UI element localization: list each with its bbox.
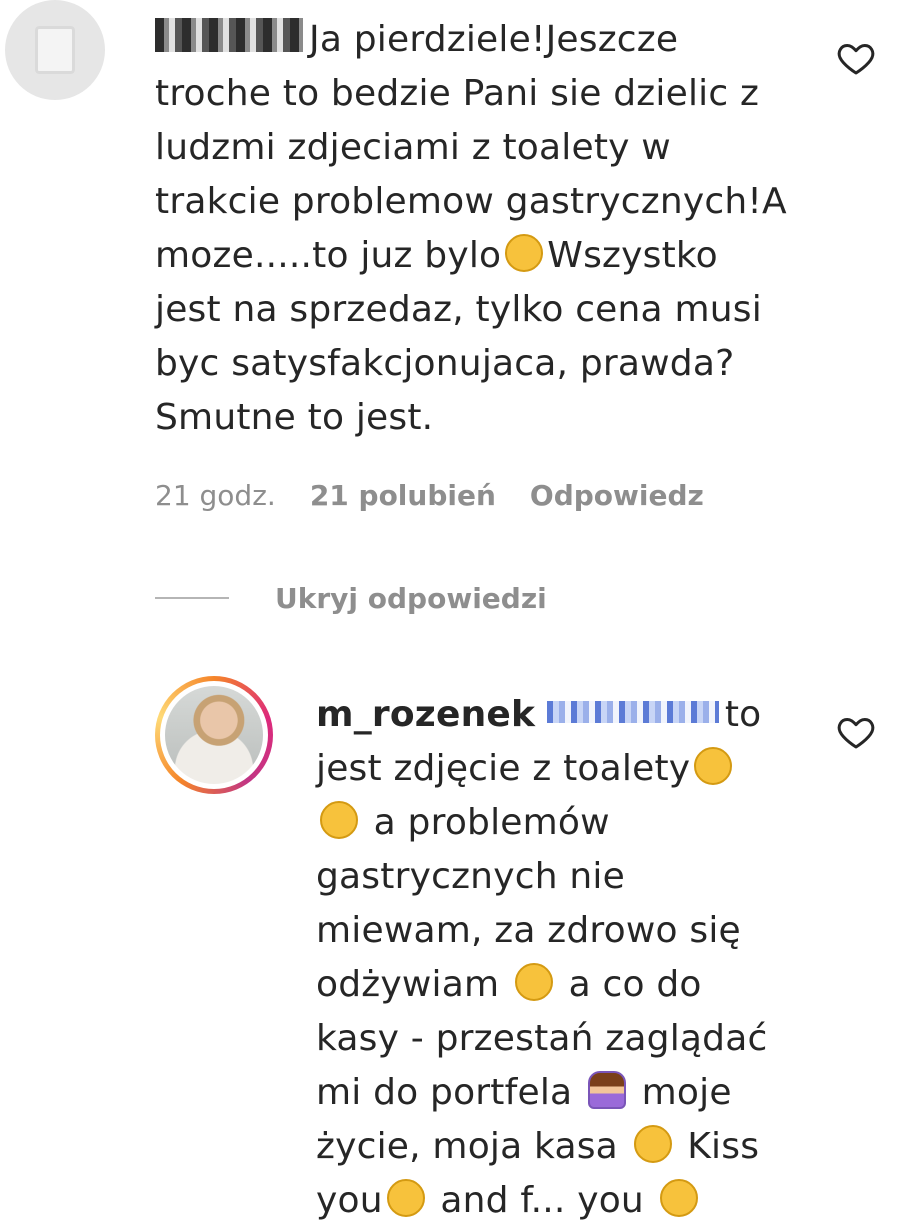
reply-button[interactable]: Odpowiedz <box>530 476 704 516</box>
timestamp: 21 godz. <box>155 479 276 512</box>
likes-count[interactable]: 21 polubień <box>310 476 496 516</box>
hide-replies-button[interactable]: Ukryj odpowiedzi <box>155 578 547 618</box>
like-heart-icon[interactable] <box>836 38 876 78</box>
thinking-face-icon <box>505 234 544 272</box>
face-blowing-kiss-icon <box>386 1179 425 1217</box>
comment-1: Ja pierdziele!Jeszcze troche to bedzie P… <box>0 0 900 615</box>
rolling-laughing-icon <box>694 747 733 785</box>
default-avatar-icon <box>35 26 75 74</box>
like-heart-icon[interactable] <box>836 712 876 752</box>
username-link[interactable]: m_rozenek <box>316 694 535 735</box>
tears-of-joy-icon <box>514 963 553 1001</box>
person-tipping-hand-icon <box>587 1071 626 1109</box>
hide-replies-label: Ukryj odpowiedzi <box>275 581 547 615</box>
reply-text: m_rozenek to jest zdjęcie z toalety a pr… <box>316 694 768 1221</box>
divider <box>155 597 229 599</box>
rolling-laughing-icon <box>320 801 358 839</box>
redacted-username[interactable] <box>155 18 303 52</box>
comment-meta: 21 godz. 21 polubień Odpowiedz <box>155 476 704 516</box>
redacted-mention[interactable] <box>546 701 719 723</box>
winking-tongue-icon <box>659 1179 698 1217</box>
profile-photo <box>165 686 263 784</box>
comment-text: Ja pierdziele!Jeszcze troche to bedzie P… <box>155 18 787 438</box>
smiling-face-icon <box>633 1125 672 1163</box>
avatar[interactable] <box>5 0 105 100</box>
avatar-story-ring[interactable] <box>155 676 273 794</box>
